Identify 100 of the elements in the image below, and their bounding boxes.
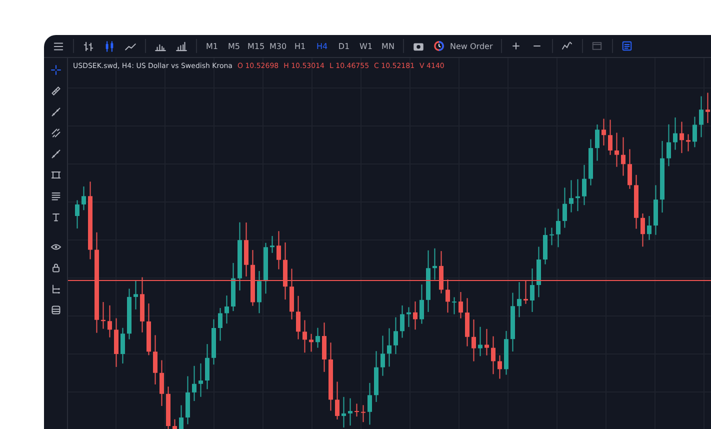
line-segment-icon (50, 148, 62, 160)
candle (432, 248, 437, 280)
candle (562, 187, 567, 228)
candle (654, 184, 658, 236)
candle (75, 200, 80, 229)
candle (498, 354, 502, 380)
candle (582, 164, 586, 206)
candle (354, 403, 359, 418)
candle (153, 334, 158, 385)
candle (361, 404, 366, 423)
candle (465, 298, 470, 347)
candle (172, 418, 177, 429)
candle (673, 116, 678, 150)
candle (348, 398, 352, 426)
text-icon (50, 210, 62, 222)
candle (205, 344, 210, 390)
crosshair-icon (50, 64, 62, 76)
candle (614, 132, 619, 168)
candle (680, 121, 684, 154)
candle (120, 327, 125, 364)
indicator-icon (561, 40, 574, 52)
candle (224, 295, 229, 324)
timeframe-tab[interactable]: M30 (267, 37, 289, 55)
candle (250, 250, 255, 306)
timeframe-tab[interactable]: W1 (355, 37, 377, 55)
timeframe-tab[interactable]: H4 (311, 37, 333, 55)
candle (296, 295, 300, 340)
candle (108, 304, 112, 338)
candle (666, 124, 671, 167)
candle (127, 288, 132, 340)
candle (101, 302, 106, 330)
candle (550, 227, 554, 246)
candle (179, 404, 184, 429)
candle (302, 320, 307, 354)
candle (387, 328, 392, 368)
plus-icon (510, 40, 522, 52)
candle (134, 280, 138, 310)
candle (186, 376, 190, 425)
candle (510, 292, 515, 352)
candle (576, 178, 580, 212)
candle (394, 316, 398, 355)
candle (439, 250, 444, 294)
timeframe-tab[interactable]: D1 (333, 37, 355, 55)
candle (446, 279, 450, 314)
candle (524, 280, 528, 304)
bar-chart-icon (82, 40, 95, 52)
candle (426, 250, 430, 312)
candle (290, 268, 294, 320)
candle (166, 386, 170, 429)
candle (276, 230, 281, 270)
candle (218, 308, 222, 342)
candle (491, 336, 496, 375)
candle (478, 326, 482, 357)
candle (640, 213, 645, 248)
candle (140, 276, 144, 333)
candle (322, 322, 326, 372)
candle (406, 306, 411, 328)
candle (231, 262, 236, 312)
candle (212, 318, 216, 366)
timeframe-tab[interactable]: M5 (223, 37, 245, 55)
calendar-icon (591, 40, 604, 52)
candle (634, 174, 638, 230)
candle (328, 342, 333, 412)
candle (569, 180, 574, 213)
candle (309, 333, 314, 352)
candle (82, 186, 86, 211)
candle (504, 330, 508, 376)
new-order-button[interactable]: New Order (429, 37, 497, 55)
candle (458, 291, 463, 319)
candle (602, 118, 606, 146)
timeframe-tab[interactable]: H1 (289, 37, 311, 55)
candle (316, 327, 320, 348)
timeframe-tab[interactable]: MN (377, 37, 399, 55)
lock-icon (50, 262, 62, 274)
bar-chart-icon (175, 40, 188, 52)
timeframe-tab[interactable]: M1 (201, 37, 223, 55)
candle (588, 138, 593, 186)
candle (244, 222, 248, 277)
candle (374, 350, 378, 402)
candle (452, 296, 456, 315)
document-icon (621, 40, 634, 52)
horizontal-lines-icon (50, 190, 62, 202)
candle (342, 396, 346, 428)
candle (160, 360, 164, 406)
candle (628, 148, 632, 190)
candle (380, 335, 385, 376)
candle (556, 208, 560, 248)
candle (335, 381, 340, 420)
candle (192, 365, 196, 402)
candle (647, 216, 652, 240)
candle (686, 134, 690, 152)
timeframe-tab[interactable]: M15 (245, 37, 267, 55)
candle (198, 362, 203, 398)
candle (257, 270, 262, 314)
candlestick-icon (103, 40, 116, 52)
candle (472, 319, 476, 362)
candle (536, 246, 541, 298)
candle (530, 268, 534, 312)
candle (699, 96, 704, 138)
candle (283, 242, 288, 300)
